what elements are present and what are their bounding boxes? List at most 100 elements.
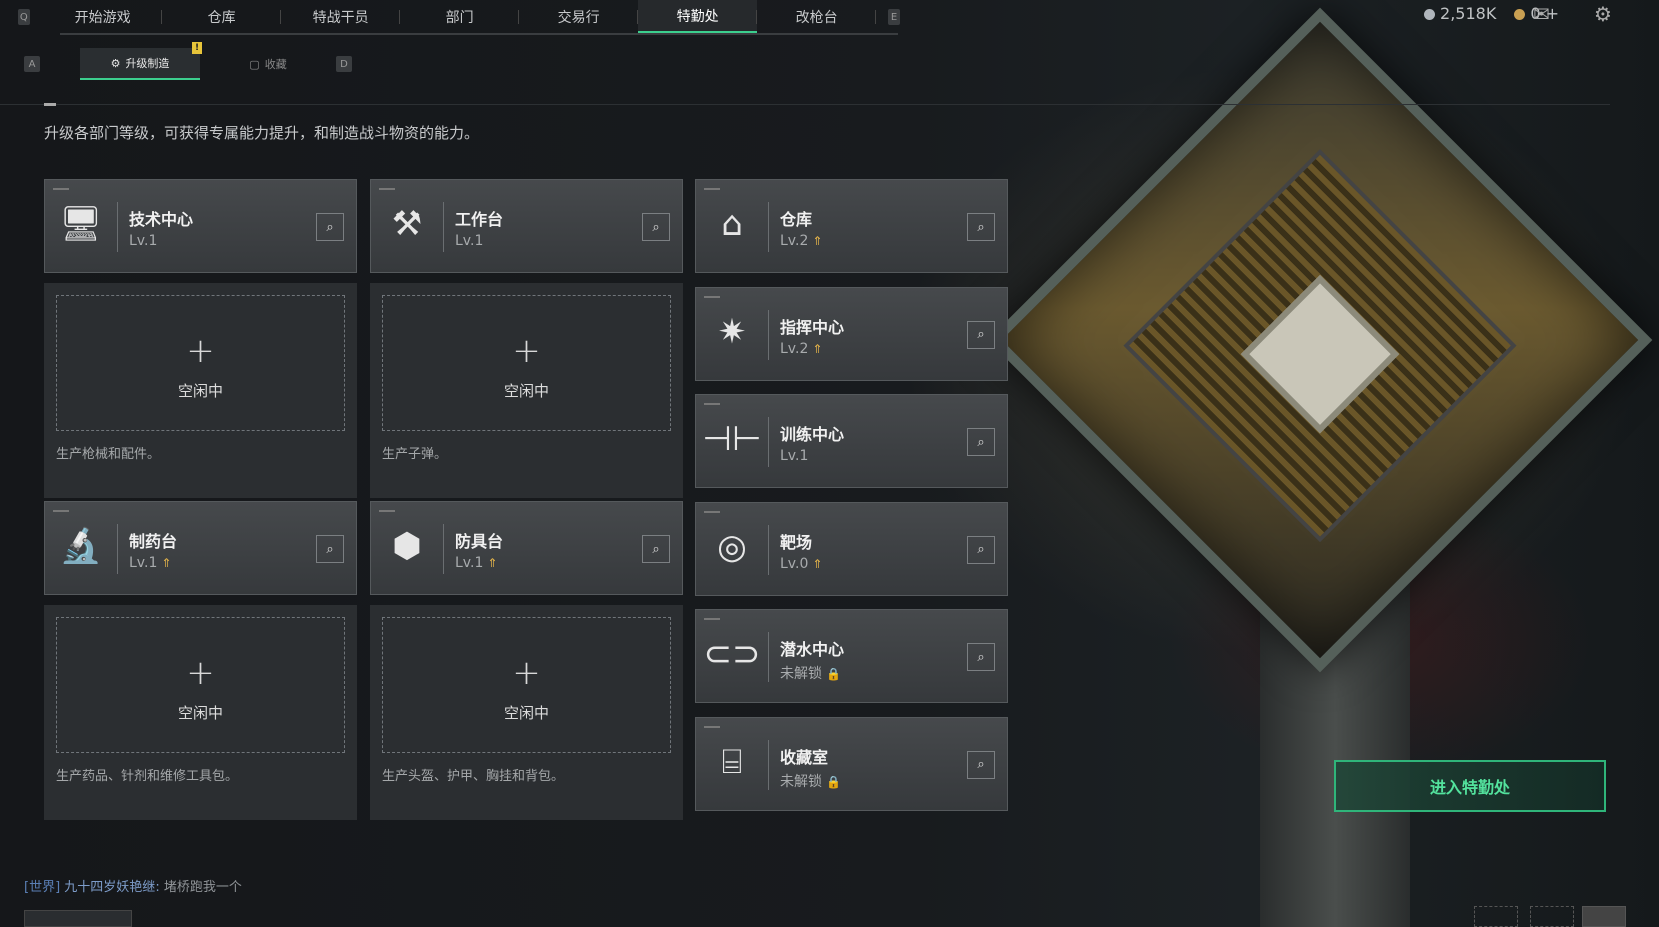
chat-line[interactable]: [世界] 九十四岁妖艳继: 堵桥跑我一个 xyxy=(24,876,242,895)
cube-inner xyxy=(1123,149,1517,543)
card-stripe xyxy=(704,725,720,728)
subtab-collection[interactable]: ▢ 收藏 xyxy=(208,48,328,80)
department-card[interactable]: 🔬 制药台 Lv.1 ⇑ ⌕ xyxy=(44,501,357,595)
tab-label: 仓库 xyxy=(207,10,236,26)
level-text: Lv.2 xyxy=(780,233,809,249)
department-card[interactable]: ⊂⊃ 潜水中心 未解锁 🔒 ⌕ xyxy=(695,609,1008,703)
department-card[interactable]: ⊣⊢ 训练中心 Lv.1 ⌕ xyxy=(695,394,1008,488)
bottom-mini-panel[interactable] xyxy=(24,910,132,927)
card-divider xyxy=(117,202,118,252)
department-name: 训练中心 xyxy=(780,425,845,444)
currency-1: 2,518K xyxy=(1424,4,1496,23)
search-icon[interactable]: ⌕ xyxy=(967,213,995,241)
search-icon[interactable]: ⌕ xyxy=(316,535,344,563)
card-stripe xyxy=(704,188,720,190)
department-card[interactable]: ⬢ 防具台 Lv.1 ⇑ ⌕ xyxy=(370,501,683,595)
tab-5[interactable]: 特勤处 xyxy=(638,0,758,34)
divider xyxy=(0,104,1610,105)
tab-1[interactable]: 仓库 xyxy=(162,0,282,34)
add-production-button[interactable]: + 空闲中 xyxy=(56,617,345,753)
microscope-icon: 🔬 xyxy=(59,526,103,566)
level-text: 未解锁 xyxy=(780,773,822,790)
level-text: Lv.0 xyxy=(780,555,809,572)
search-icon[interactable]: ⌕ xyxy=(967,750,995,779)
subtab-label: 升级制造 xyxy=(125,57,170,70)
quick-slot[interactable] xyxy=(1474,906,1518,927)
tab-6[interactable]: 改枪台 xyxy=(757,0,877,34)
tab-label: 部门 xyxy=(445,10,474,26)
warehouse-icon: ⌂ xyxy=(721,204,743,244)
level-text: Lv.1 xyxy=(780,448,809,464)
chat-channel: [世界] xyxy=(24,880,61,895)
collection-icon: ▢ xyxy=(249,57,260,71)
display-case-icon: ⌸ xyxy=(721,741,743,782)
card-divider xyxy=(768,739,769,790)
gear-icon[interactable]: ⚙ xyxy=(1594,2,1612,26)
search-icon[interactable]: ⌕ xyxy=(642,535,670,563)
upgrade-arrow-icon: ⇑ xyxy=(812,556,823,571)
production-description: 生产枪械和配件。 xyxy=(56,447,161,462)
enter-special-ops-button[interactable]: 进入特勤处 xyxy=(1334,760,1606,812)
chat-message: 堵桥跑我一个 xyxy=(163,880,242,895)
tab-0[interactable]: 开始游戏 xyxy=(43,0,163,34)
department-level: Lv.0 ⇑ xyxy=(780,556,822,572)
tab-label: 特战干员 xyxy=(312,10,369,26)
production-slot: + 空闲中生产药品、针剂和维修工具包。 xyxy=(44,605,357,820)
upgrade-arrow-icon: ⇑ xyxy=(161,556,172,570)
top-nav: Q 开始游戏 仓库 特战干员 部门 交易行 特勤处 改枪台 E xyxy=(0,0,900,34)
add-production-button[interactable]: + 空闲中 xyxy=(56,295,345,431)
avatar[interactable] xyxy=(1582,906,1626,927)
search-icon[interactable]: ⌕ xyxy=(967,320,995,349)
card-divider xyxy=(443,524,444,574)
search-icon[interactable]: ⌕ xyxy=(316,213,344,241)
department-card[interactable]: ⚒ 工作台 Lv.1 ⌕ xyxy=(370,179,683,273)
upgrade-icon: ⚙ xyxy=(110,56,121,70)
search-icon[interactable]: ⌕ xyxy=(967,535,995,564)
production-description: 生产子弹。 xyxy=(382,447,448,462)
add-production-button[interactable]: + 空闲中 xyxy=(382,295,671,431)
card-divider xyxy=(443,202,444,252)
search-icon[interactable]: ⌕ xyxy=(642,213,670,241)
level-text: Lv.2 xyxy=(780,340,809,357)
production-description: 生产药品、针剂和维修工具包。 xyxy=(56,769,239,784)
diving-mask-icon: ⊂⊃ xyxy=(703,634,761,674)
tab-4[interactable]: 交易行 xyxy=(519,0,639,34)
department-name: 收藏室 xyxy=(780,747,829,767)
chat-sender: 九十四岁妖艳继 xyxy=(64,880,156,895)
quick-slot[interactable] xyxy=(1530,906,1574,927)
department-name: 工作台 xyxy=(455,210,504,229)
tools-icon: ⚒ xyxy=(391,204,423,244)
department-name: 制药台 xyxy=(129,532,178,551)
subtab-upgrade[interactable]: ⚙ 升级制造 ! xyxy=(80,42,202,80)
card-stripe xyxy=(53,510,69,512)
idle-status: 空闲中 xyxy=(177,704,223,722)
lock-icon: 🔒 xyxy=(826,667,841,681)
tab-3[interactable]: 部门 xyxy=(400,0,520,34)
coin-icon xyxy=(1424,9,1436,20)
search-icon[interactable]: ⌕ xyxy=(967,428,995,456)
cube-core xyxy=(1240,274,1400,434)
search-icon[interactable]: ⌕ xyxy=(967,643,995,671)
production-description: 生产头盔、护甲、胸挂和背包。 xyxy=(382,769,565,784)
department-name: 仓库 xyxy=(780,210,813,229)
upgrade-arrow-icon: ⇑ xyxy=(812,341,823,356)
tab-2[interactable]: 特战干员 xyxy=(281,0,401,34)
mail-icon[interactable]: ✉ xyxy=(1533,2,1550,26)
card-stripe xyxy=(379,510,395,512)
plus-icon: + xyxy=(186,653,215,693)
upgrade-arrow-icon: ⇑ xyxy=(812,234,823,248)
card-stripe xyxy=(53,188,69,190)
level-text: Lv.1 xyxy=(129,555,158,571)
add-production-button[interactable]: + 空闲中 xyxy=(382,617,671,753)
department-card[interactable]: ⌸ 收藏室未解锁 🔒 ⌕ xyxy=(695,716,1008,811)
department-level: 未解锁 🔒 xyxy=(780,771,841,791)
nav-underline xyxy=(60,33,898,35)
department-card[interactable]: ◎ 靶场 Lv.0 ⇑ ⌕ xyxy=(695,501,1008,596)
key-hint-a: A xyxy=(24,56,40,72)
department-level: Lv.2 ⇑ xyxy=(780,233,822,249)
department-card[interactable]: ✷ 指挥中心 Lv.2 ⇑ ⌕ xyxy=(695,286,1008,381)
department-card[interactable]: ⌂ 仓库 Lv.2 ⇑ ⌕ xyxy=(695,179,1008,273)
department-card[interactable]: 🖥 技术中心 Lv.1 ⌕ xyxy=(44,179,357,273)
card-stripe xyxy=(704,295,720,298)
dumbbell-icon: ⊣⊢ xyxy=(702,419,762,459)
